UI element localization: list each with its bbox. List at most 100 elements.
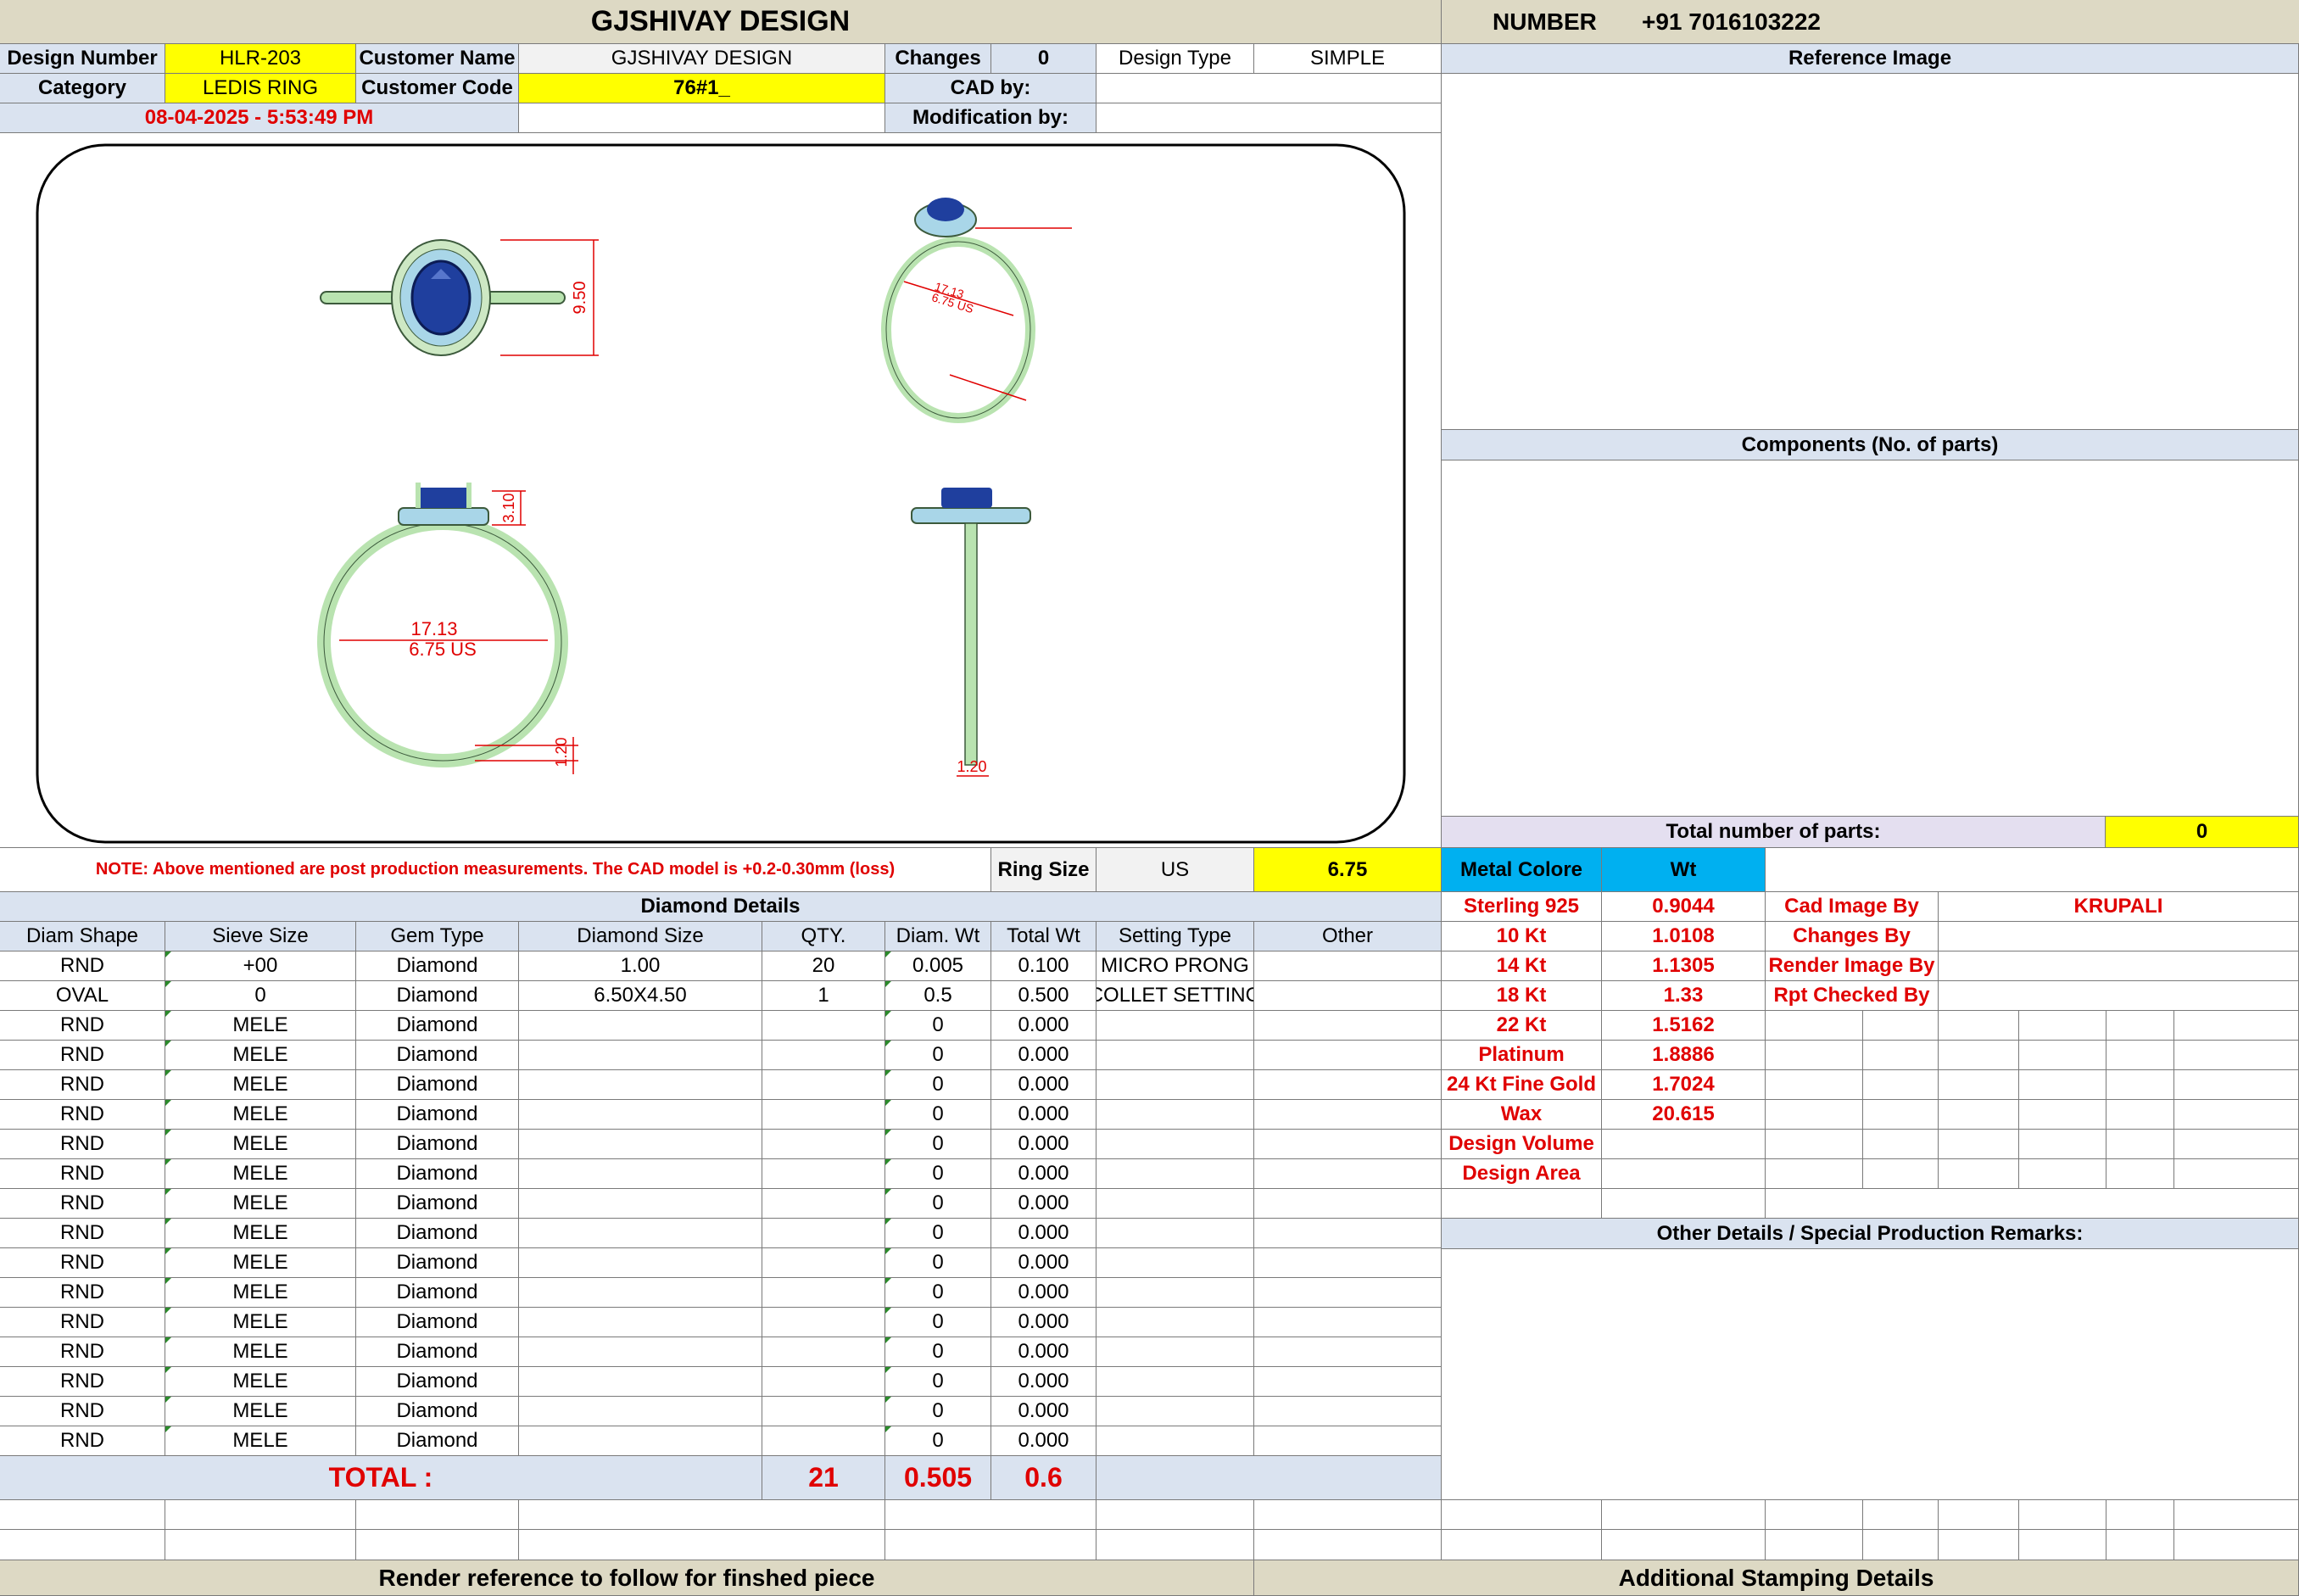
changes-label: Changes bbox=[885, 44, 991, 74]
empty-cell bbox=[2106, 1100, 2174, 1130]
cell-sieve: MELE bbox=[165, 1100, 356, 1130]
cell-diam-wt: 0 bbox=[885, 1426, 991, 1456]
dim-front-head: 3.10 bbox=[500, 493, 517, 522]
category-value[interactable]: LEDIS RING bbox=[165, 74, 356, 103]
empty-cell bbox=[519, 1500, 885, 1530]
cell-shape: RND bbox=[0, 1219, 165, 1248]
empty-cell bbox=[519, 1530, 885, 1560]
metal-name: 10 Kt bbox=[1442, 922, 1602, 951]
cell-gem: Diamond bbox=[356, 951, 519, 981]
cell-other bbox=[1254, 1100, 1442, 1130]
empty-cell bbox=[2106, 1041, 2174, 1070]
cell-setting: MICRO PRONG bbox=[1096, 951, 1254, 981]
cad-by-value[interactable] bbox=[1096, 74, 1442, 103]
cell-gem: Diamond bbox=[356, 1337, 519, 1367]
cell-setting bbox=[1096, 1337, 1254, 1367]
cad-by-label: CAD by: bbox=[885, 74, 1096, 103]
table-row: RND MELE Diamond 0 0.000 bbox=[0, 1367, 1442, 1397]
table-row: RND MELE Diamond 0 0.000 bbox=[0, 1159, 1442, 1189]
cell-size bbox=[519, 1278, 762, 1308]
customer-name-label: Customer Name bbox=[356, 44, 519, 74]
changes-value[interactable]: 0 bbox=[991, 44, 1096, 74]
cell-other bbox=[1254, 1130, 1442, 1159]
cell-shape: RND bbox=[0, 1130, 165, 1159]
metal-name: 18 Kt bbox=[1442, 981, 1602, 1011]
cell-qty bbox=[762, 1248, 885, 1278]
metal-wt: 1.5162 bbox=[1602, 1011, 1766, 1041]
empty-cell bbox=[1939, 1500, 2019, 1530]
render-reference-footer: Render reference to follow for finshed p… bbox=[0, 1560, 1254, 1596]
credit-label-cad-image: Cad Image By bbox=[1766, 892, 1939, 922]
metal-wt: 1.8886 bbox=[1602, 1041, 1766, 1070]
empty-cell bbox=[356, 1530, 519, 1560]
cell-setting: COLLET SETTING bbox=[1096, 981, 1254, 1011]
wt-header: Wt bbox=[1602, 848, 1766, 892]
cell-qty: 20 bbox=[762, 951, 885, 981]
empty-grid bbox=[1766, 1011, 2299, 1219]
customer-code-label: Customer Code bbox=[356, 74, 519, 103]
empty-cell bbox=[0, 1500, 165, 1530]
table-row: RND MELE Diamond 0 0.000 bbox=[0, 1278, 1442, 1308]
design-type-value[interactable]: SIMPLE bbox=[1254, 44, 1442, 74]
cell-setting bbox=[1096, 1367, 1254, 1397]
cell-total-wt: 0.100 bbox=[991, 951, 1096, 981]
cell-shape: RND bbox=[0, 1308, 165, 1337]
reference-image-title: Reference Image bbox=[1442, 44, 2299, 74]
credit-value-checked[interactable] bbox=[1939, 981, 2299, 1011]
cell-setting bbox=[1096, 1189, 1254, 1219]
cell-other bbox=[1254, 1189, 1442, 1219]
production-note: NOTE: Above mentioned are post productio… bbox=[0, 848, 991, 892]
cell-diam-wt: 0 bbox=[885, 1367, 991, 1397]
empty-cell bbox=[2174, 1041, 2299, 1070]
table-row: RND MELE Diamond 0 0.000 bbox=[0, 1426, 1442, 1456]
credit-value-changes[interactable] bbox=[1939, 922, 2299, 951]
cell-diam-wt: 0.5 bbox=[885, 981, 991, 1011]
customer-name-value[interactable]: GJSHIVAY DESIGN bbox=[519, 44, 885, 74]
cell-sieve: +00 bbox=[165, 951, 356, 981]
cell-sieve: 0 bbox=[165, 981, 356, 1011]
cell-diam-wt: 0 bbox=[885, 1337, 991, 1367]
components-area bbox=[1442, 460, 2299, 817]
total-parts-value[interactable]: 0 bbox=[2106, 817, 2299, 848]
cell-total-wt: 0.000 bbox=[991, 1248, 1096, 1278]
cad-drawing-area: 9.50 17.13 6.75 US 17.13 6.75 US 3.10 1.… bbox=[0, 133, 1442, 848]
cell-sieve: MELE bbox=[165, 1041, 356, 1070]
cell-other bbox=[1254, 1367, 1442, 1397]
table-row: RND MELE Diamond 0 0.000 bbox=[0, 1070, 1442, 1100]
dim-front-shank: 1.20 bbox=[553, 737, 570, 767]
total-parts-label: Total number of parts: bbox=[1442, 817, 2106, 848]
col-setting-type: Setting Type bbox=[1096, 922, 1254, 951]
cell-other bbox=[1254, 1011, 1442, 1041]
other-details-area[interactable] bbox=[1442, 1249, 2299, 1500]
credit-label-checked: Rpt Checked By bbox=[1766, 981, 1939, 1011]
cell-total-wt: 0.000 bbox=[991, 1100, 1096, 1130]
cell-other bbox=[1254, 1159, 1442, 1189]
empty-cell bbox=[1863, 1530, 1939, 1560]
cell-total-wt: 0.000 bbox=[991, 1189, 1096, 1219]
customer-code-value[interactable]: 76#1_ bbox=[519, 74, 885, 103]
empty-rows-left bbox=[0, 1500, 1442, 1560]
credit-value-cad-image[interactable]: KRUPALI bbox=[1939, 892, 2299, 922]
design-number-value[interactable]: HLR-203 bbox=[165, 44, 356, 74]
cell-setting bbox=[1096, 1100, 1254, 1130]
empty-cell bbox=[2019, 1130, 2106, 1159]
cell-qty bbox=[762, 1189, 885, 1219]
empty-cell bbox=[2174, 1159, 2299, 1189]
modification-by-value[interactable] bbox=[1096, 103, 1442, 133]
cell-size bbox=[519, 1337, 762, 1367]
cell-setting bbox=[1096, 1011, 1254, 1041]
ring-size-value[interactable]: 6.75 bbox=[1254, 848, 1442, 892]
cell-setting bbox=[1096, 1397, 1254, 1426]
cell-setting bbox=[1096, 1248, 1254, 1278]
metal-name: Sterling 925 bbox=[1442, 892, 1602, 922]
empty-cell bbox=[2019, 1500, 2106, 1530]
total-blank bbox=[1096, 1456, 1442, 1500]
credit-value-render[interactable] bbox=[1939, 951, 2299, 981]
cell-sieve: MELE bbox=[165, 1426, 356, 1456]
cell-qty bbox=[762, 1367, 885, 1397]
cell-size bbox=[519, 1426, 762, 1456]
cell-gem: Diamond bbox=[356, 1219, 519, 1248]
empty-cell bbox=[1766, 1041, 1863, 1070]
total-label: TOTAL : bbox=[0, 1456, 762, 1500]
cell-qty bbox=[762, 1426, 885, 1456]
